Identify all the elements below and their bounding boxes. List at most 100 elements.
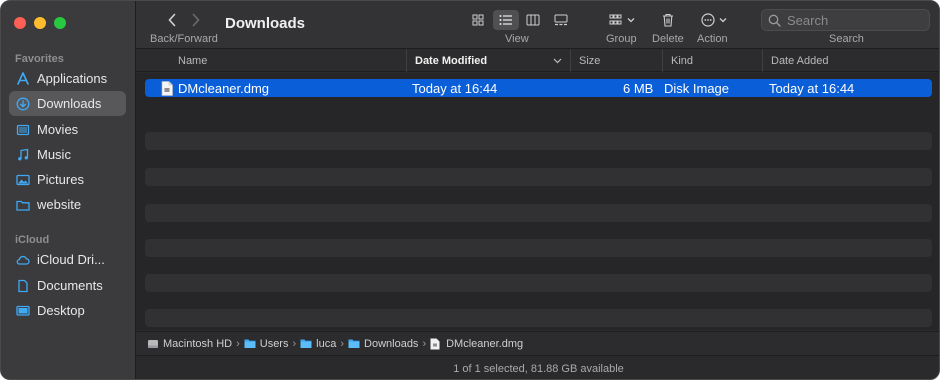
music-icon <box>16 148 30 162</box>
column-header-label: Name <box>178 54 208 67</box>
sidebar-item-applications[interactable]: Applications <box>9 66 126 91</box>
sidebar-item-icloud-drive[interactable]: iCloud Dri... <box>9 247 126 272</box>
column-header-name[interactable]: Name <box>170 49 406 72</box>
file-list: DMcleaner.dmg Today at 16:44 6 MB Disk I… <box>136 73 939 330</box>
column-header-date-added[interactable]: Date Added <box>762 49 939 72</box>
window-title: Downloads <box>225 15 306 32</box>
path-item-downloads[interactable]: Downloads <box>348 338 418 350</box>
action-label: Action <box>697 33 728 45</box>
column-header-size[interactable]: Size <box>570 49 662 72</box>
ellipsis-circle-icon <box>701 13 715 27</box>
delete-label: Delete <box>652 33 684 45</box>
sidebar-item-label: Desktop <box>37 303 85 318</box>
close-window-button[interactable] <box>14 17 26 29</box>
sidebar-item-label: iCloud Dri... <box>37 252 105 267</box>
column-header-date-modified[interactable]: Date Modified <box>406 49 570 72</box>
empty-row <box>145 132 932 150</box>
trash-icon <box>663 13 673 27</box>
chevron-down-icon <box>627 18 635 23</box>
gallery-icon <box>554 14 568 26</box>
search-field[interactable] <box>761 9 930 31</box>
group-icon <box>609 14 622 25</box>
sidebar-item-label: Applications <box>37 71 108 86</box>
list-view-button[interactable] <box>492 10 519 30</box>
path-item-label: luca <box>316 337 337 350</box>
chevron-down-icon <box>719 18 727 23</box>
path-item-label: Downloads <box>364 337 419 350</box>
columns-icon <box>526 14 540 26</box>
chevron-right-icon <box>192 13 200 27</box>
sidebar-item-pictures[interactable]: Pictures <box>9 167 126 192</box>
path-bar: Macintosh HD › Users › luca › Downloads … <box>136 331 939 355</box>
path-item-macintosh-hd[interactable]: Macintosh HD <box>147 338 232 350</box>
path-item-file[interactable]: DMcleaner.dmg <box>430 338 523 350</box>
folder-icon <box>244 338 256 350</box>
delete-button[interactable] <box>658 10 678 30</box>
column-header: Name Date Modified Size Kind Date Added <box>136 48 939 72</box>
empty-row <box>145 204 932 222</box>
downloads-icon <box>16 97 30 111</box>
disk-image-file-icon <box>161 79 173 97</box>
search-input[interactable] <box>787 12 927 28</box>
path-item-label: Users <box>259 337 289 350</box>
path-item-label: Macintosh HD <box>163 337 233 350</box>
sidebar-section-icloud: iCloud <box>15 234 50 246</box>
action-button[interactable] <box>699 10 729 30</box>
column-header-kind[interactable]: Kind <box>662 49 762 72</box>
file-kind: Disk Image <box>664 80 730 96</box>
grid-icon <box>472 14 484 26</box>
path-item-users[interactable]: Users <box>244 337 289 350</box>
finder-window: Favorites Applications Downloads Movies … <box>0 0 940 380</box>
chevron-right-icon: › <box>340 337 345 350</box>
downloads-folder-icon <box>348 338 360 350</box>
search-label: Search <box>829 33 864 45</box>
sort-descending-icon <box>553 58 562 63</box>
path-item-luca[interactable]: luca <box>300 338 336 350</box>
chevron-right-icon: › <box>422 337 427 350</box>
empty-row <box>145 168 932 186</box>
minimize-window-button[interactable] <box>34 17 46 29</box>
desktop-icon <box>16 304 30 318</box>
sidebar-item-movies[interactable]: Movies <box>9 117 126 142</box>
toolbar: Back/Forward Downloads View Group Delete… <box>136 1 939 48</box>
sidebar-item-downloads[interactable]: Downloads <box>9 91 126 116</box>
empty-row <box>145 239 932 257</box>
sidebar: Favorites Applications Downloads Movies … <box>1 1 136 379</box>
window-controls <box>14 17 66 29</box>
sidebar-item-label: website <box>37 197 82 212</box>
sidebar-item-label: Pictures <box>37 172 84 187</box>
file-date-added: Today at 16:44 <box>769 80 855 96</box>
document-icon <box>16 279 30 293</box>
sidebar-item-website[interactable]: website <box>9 192 126 217</box>
chevron-left-icon <box>168 13 176 27</box>
forward-button[interactable] <box>186 10 206 30</box>
sidebar-section-favorites: Favorites <box>15 53 64 65</box>
disk-image-file-icon <box>430 338 442 350</box>
group-button[interactable] <box>608 10 636 30</box>
sidebar-item-music[interactable]: Music <box>9 142 126 167</box>
back-forward-label: Back/Forward <box>150 33 218 45</box>
file-size: 6 MB <box>623 80 654 96</box>
column-header-label: Date Added <box>771 54 829 67</box>
home-folder-icon <box>300 338 312 350</box>
movies-icon <box>16 123 30 137</box>
icon-view-button[interactable] <box>465 10 492 30</box>
list-icon <box>499 15 512 25</box>
empty-row <box>145 309 932 327</box>
sidebar-item-label: Movies <box>37 122 79 137</box>
icloud-icon <box>16 253 30 267</box>
column-view-button[interactable] <box>520 10 547 30</box>
view-label: View <box>505 33 529 45</box>
gallery-view-button[interactable] <box>548 10 575 30</box>
hard-drive-icon <box>147 338 159 350</box>
table-row[interactable]: DMcleaner.dmg Today at 16:44 6 MB Disk I… <box>145 79 932 97</box>
applications-icon <box>16 71 30 86</box>
empty-row <box>145 274 932 292</box>
sidebar-item-documents[interactable]: Documents <box>9 273 126 298</box>
file-date-modified: Today at 16:44 <box>412 80 498 96</box>
zoom-window-button[interactable] <box>54 17 66 29</box>
back-button[interactable] <box>162 10 182 30</box>
column-header-label: Kind <box>671 54 694 67</box>
column-header-label: Size <box>579 54 601 67</box>
sidebar-item-desktop[interactable]: Desktop <box>9 298 126 323</box>
